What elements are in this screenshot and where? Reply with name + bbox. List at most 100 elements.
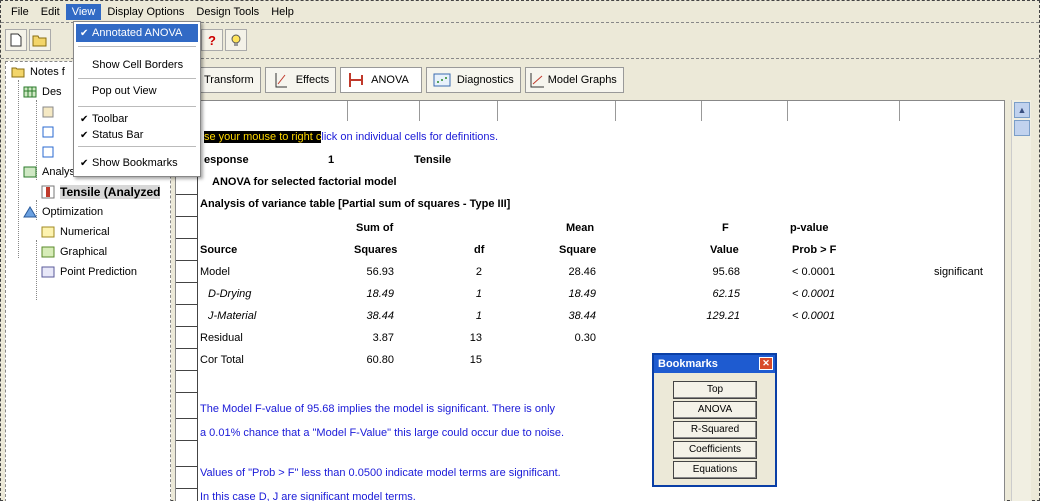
bookmark-equations-button[interactable]: Equations	[673, 461, 757, 479]
menu-item-label: Toolbar	[92, 113, 129, 125]
hint-line: se your mouse to right click on individu…	[204, 131, 498, 143]
header-prob-f: Prob > F	[792, 244, 837, 256]
row-mean: 38.44	[568, 310, 596, 322]
menu-display-options[interactable]: Display Options	[101, 4, 190, 20]
bookmark-top-button[interactable]: Top	[673, 381, 757, 399]
open-folder-icon[interactable]	[29, 29, 51, 51]
menu-view[interactable]: View	[65, 3, 102, 20]
row-source: Model	[200, 266, 230, 278]
header-value: Value	[710, 244, 739, 256]
menu-item-label: Show Bookmarks	[92, 157, 178, 169]
menu-edit[interactable]: Edit	[35, 4, 66, 20]
tree-label: Numerical	[60, 226, 110, 238]
new-file-icon[interactable]	[5, 29, 27, 51]
help-icon[interactable]: ?	[201, 29, 223, 51]
column-headers	[176, 101, 1004, 121]
check-icon: ✔	[80, 113, 89, 125]
menu-item-show-cell-borders[interactable]: Show Cell Borders	[76, 56, 198, 74]
bookmarks-title-bar[interactable]: Bookmarks ✕	[654, 355, 775, 373]
header-df: df	[474, 244, 485, 256]
tree-label: Point Prediction	[60, 266, 138, 278]
row-f: 129.21	[706, 310, 740, 322]
tree-item-optimization[interactable]: Optimization	[22, 202, 103, 222]
bookmarks-panel: Bookmarks ✕ Top ANOVA R-Squared Coeffici…	[652, 353, 777, 487]
scroll-up-icon[interactable]: ▲	[1014, 102, 1030, 118]
header-squares: Squares	[354, 244, 398, 256]
row-df: 13	[469, 332, 482, 344]
tree-label: Optimization	[42, 206, 104, 218]
tree-item-design-child-1[interactable]	[40, 102, 60, 122]
row-source: Cor Total	[200, 354, 244, 366]
design-grid-icon	[22, 85, 38, 99]
row-sum: 18.49	[366, 288, 394, 300]
tree-label: Notes f	[30, 66, 65, 78]
view-menu-dropdown: ✔ Annotated ANOVA Show Cell Borders Pop …	[73, 21, 201, 177]
check-icon: ✔	[80, 157, 89, 169]
header-sum-of: Sum of	[356, 222, 394, 234]
header-mean: Mean	[566, 222, 595, 234]
tab-label: Effects	[295, 74, 330, 86]
lightbulb-icon[interactable]	[225, 29, 247, 51]
menu-item-annotated-anova[interactable]: ✔ Annotated ANOVA	[76, 24, 198, 42]
model-title: ANOVA for selected factorial model	[212, 176, 397, 188]
anova-icon	[347, 71, 365, 89]
header-p-value: p-value	[790, 222, 829, 234]
tab-label: Transform	[204, 74, 254, 86]
menu-item-status-bar[interactable]: ✔ Status Bar	[76, 126, 198, 144]
row-df: 2	[475, 266, 482, 278]
tab-effects[interactable]: Effects	[264, 67, 337, 93]
menu-bar: File Edit View Display Options Design To…	[1, 1, 1039, 23]
point-prediction-icon	[40, 265, 56, 279]
tensile-icon	[40, 185, 56, 199]
bookmark-anova-button[interactable]: ANOVA	[673, 401, 757, 419]
menu-item-label: Show Cell Borders	[92, 59, 184, 71]
sheet-icon	[40, 105, 56, 119]
model-graphs-icon	[528, 71, 546, 89]
bookmark-coefficients-button[interactable]: Coefficients	[673, 441, 757, 459]
row-sum: 38.44	[366, 310, 394, 322]
menu-design-tools[interactable]: Design Tools	[190, 4, 265, 20]
tab-diagnostics[interactable]: Diagnostics	[425, 67, 521, 93]
menu-help[interactable]: Help	[265, 4, 300, 20]
tab-label: Model Graphs	[547, 74, 617, 86]
application-window: File Edit View Display Options Design To…	[0, 0, 1040, 501]
anova-report-pane[interactable]: se your mouse to right click on individu…	[175, 100, 1005, 501]
tab-model-graphs[interactable]: Model Graphs	[524, 67, 624, 93]
menu-item-show-bookmarks[interactable]: ✔ Show Bookmarks	[76, 154, 198, 172]
tree-item-tensile[interactable]: Tensile (Analyzed	[40, 182, 161, 202]
response-label: esponse	[204, 154, 249, 166]
folder-icon	[10, 65, 26, 79]
bookmark-r-squared-button[interactable]: R-Squared	[673, 421, 757, 439]
response-number: 1	[328, 154, 335, 166]
header-f: F	[722, 222, 729, 234]
tab-anova[interactable]: ANOVA	[340, 67, 422, 93]
view-tabs: Transform Effects ANOVA Diagnostics Mode…	[173, 67, 628, 95]
diagnostics-icon	[433, 71, 451, 89]
menu-file[interactable]: File	[5, 4, 35, 20]
tree-item-notes[interactable]: Notes f	[10, 62, 65, 82]
check-icon: ✔	[80, 27, 89, 39]
bookmarks-title: Bookmarks	[658, 358, 718, 370]
tree-item-numerical[interactable]: Numerical	[40, 222, 110, 242]
scroll-thumb[interactable]	[1014, 120, 1030, 136]
row-mean: 28.46	[568, 266, 596, 278]
tree-item-design[interactable]: Des	[22, 82, 62, 102]
tree-item-point-prediction[interactable]: Point Prediction	[40, 262, 137, 282]
effects-icon	[272, 71, 290, 89]
hint-text-highlighted: se your mouse to right c	[204, 131, 322, 143]
close-icon[interactable]: ✕	[759, 357, 773, 370]
tree-item-graphical[interactable]: Graphical	[40, 242, 107, 262]
tree-item-design-child-2[interactable]	[40, 122, 60, 142]
row-df: 1	[475, 310, 482, 322]
menu-item-label: Pop out View	[92, 85, 157, 97]
vertical-scrollbar[interactable]: ▲	[1011, 100, 1031, 501]
header-square: Square	[559, 244, 597, 256]
note-line: Values of "Prob > F" less than 0.0500 in…	[200, 467, 561, 479]
check-icon: ✔	[80, 129, 89, 141]
response-name: Tensile	[414, 154, 452, 166]
tree-label: Des	[42, 86, 62, 98]
tree-item-design-child-3[interactable]	[40, 142, 60, 162]
tab-label: ANOVA	[371, 74, 409, 86]
menu-item-pop-out-view[interactable]: Pop out View	[76, 82, 198, 100]
row-gutter	[176, 121, 198, 501]
